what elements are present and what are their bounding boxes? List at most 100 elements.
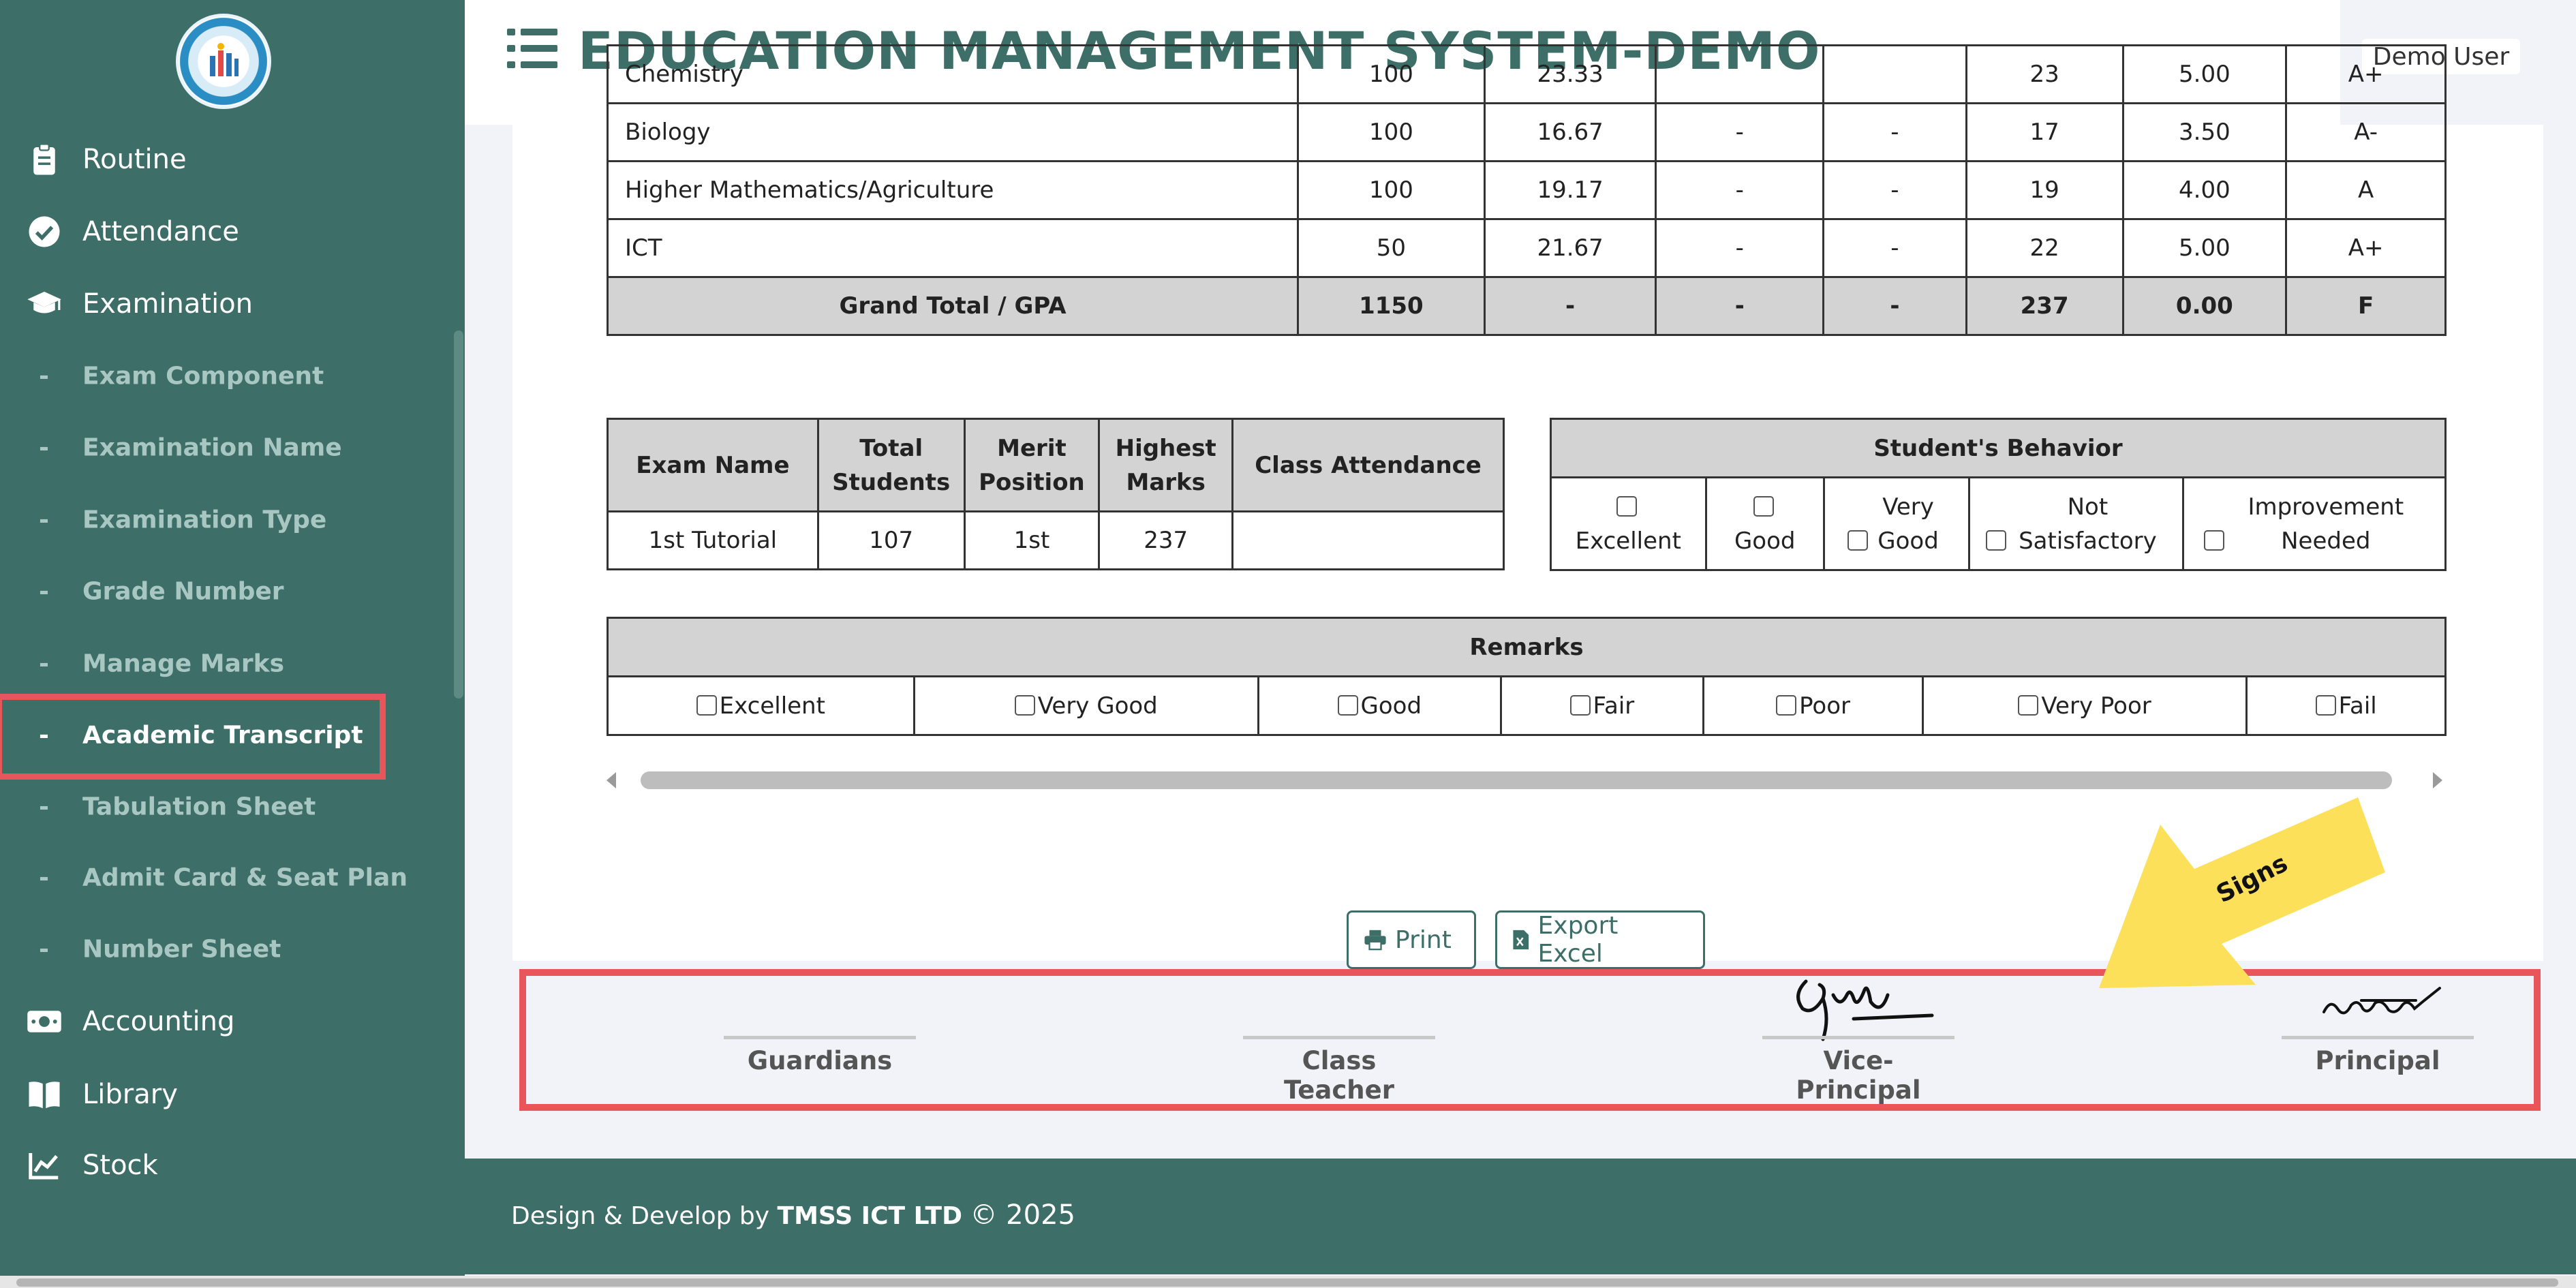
behavior-label: Excellent xyxy=(1575,527,1681,555)
sidebar-sub-examination-name[interactable]: - Examination Name xyxy=(0,414,465,482)
mark-cell: 100 xyxy=(1297,160,1486,220)
remark-option-very-poor[interactable]: Very Poor xyxy=(1921,675,2248,736)
checkbox[interactable] xyxy=(2018,694,2039,716)
behavior-option-improvement-needed[interactable]: Improvement Needed xyxy=(2181,476,2447,571)
mark-cell: 19.17 xyxy=(1483,160,1657,220)
sidebar-sub-grade-number[interactable]: - Grade Number xyxy=(0,557,465,626)
remark-label: Fair xyxy=(1593,692,1635,720)
marks-table: Chemistry 100 23.33 23 5.00 A+ Biology 100 16.67… xyxy=(606,44,2447,336)
subject-cell: Biology xyxy=(606,102,1300,162)
footer-credit: Design & Develop by TMSS ICT LTD © 2025 xyxy=(511,1199,1075,1231)
page-scroll-thumb[interactable] xyxy=(16,1278,2558,1287)
exam-summary-table: Exam Name Total Students Merit Position … xyxy=(607,418,1505,570)
mark-cell: 17 xyxy=(1965,102,2124,162)
dash-icon: - xyxy=(39,433,49,462)
sidebar-item-routine[interactable]: Routine xyxy=(0,125,465,194)
remark-option-poor[interactable]: Poor xyxy=(1702,675,1924,736)
check-circle-icon xyxy=(29,216,60,247)
checkbox[interactable] xyxy=(1847,530,1869,551)
sidebar-item-attendance[interactable]: Attendance xyxy=(0,198,465,266)
dash-icon: - xyxy=(39,863,49,892)
school-logo[interactable] xyxy=(176,14,271,109)
total-cell: 1150 xyxy=(1297,276,1486,336)
checkbox[interactable] xyxy=(1753,495,1774,517)
checkbox[interactable] xyxy=(1337,694,1358,716)
mark-cell: A- xyxy=(2285,102,2447,162)
remark-option-fair[interactable]: Fair xyxy=(1499,675,1705,736)
sidebar-item-label: Examination xyxy=(82,288,254,320)
exam-header: Merit Position xyxy=(963,418,1101,512)
sidebar-item-label: Library xyxy=(82,1079,178,1110)
total-cell: - xyxy=(1483,276,1657,336)
sidebar-item-library[interactable]: Library xyxy=(0,1060,465,1129)
annotation-arrow-icon: Signs xyxy=(2099,797,2385,988)
mark-cell: A xyxy=(2285,160,2447,220)
sidebar-sub-manage-marks[interactable]: - Manage Marks xyxy=(0,630,465,698)
scroll-thumb[interactable] xyxy=(641,771,2392,789)
hamburger-menu-icon[interactable] xyxy=(507,27,557,70)
mark-cell: 100 xyxy=(1297,102,1486,162)
mark-cell: 21.67 xyxy=(1483,218,1657,278)
dash-icon: - xyxy=(39,577,49,606)
behavior-option-very-good[interactable]: Very Good xyxy=(1822,476,1971,571)
mark-cell: - xyxy=(1655,102,1825,162)
table-row: Chemistry 100 23.33 23 5.00 A+ xyxy=(606,44,2447,104)
remark-option-very-good[interactable]: Very Good xyxy=(913,675,1259,736)
mark-cell xyxy=(1822,44,1967,104)
checkbox[interactable] xyxy=(1569,694,1591,716)
total-cell: - xyxy=(1655,276,1825,336)
print-button[interactable]: Print xyxy=(1347,910,1476,969)
behavior-option-good[interactable]: Good xyxy=(1704,476,1825,571)
dash-icon: - xyxy=(39,793,49,821)
total-cell: F xyxy=(2285,276,2447,336)
table-row: ICT 50 21.67- -22 5.00 A+ xyxy=(606,218,2447,278)
checkbox[interactable] xyxy=(1616,495,1638,517)
money-icon xyxy=(27,1011,61,1032)
mark-cell: 23 xyxy=(1965,44,2124,104)
mark-cell: 100 xyxy=(1297,44,1486,104)
table-horizontal-scrollbar[interactable] xyxy=(607,767,2447,794)
behavior-option-excellent[interactable]: Excellent xyxy=(1550,476,1707,571)
remark-option-fail[interactable]: Fail xyxy=(2245,675,2447,736)
mark-cell: 4.00 xyxy=(2121,160,2288,220)
mark-cell: 16.67 xyxy=(1483,102,1657,162)
file-excel-icon xyxy=(1513,930,1529,950)
total-cell: 237 xyxy=(1965,276,2124,336)
dash-icon: - xyxy=(39,506,49,534)
checkbox[interactable] xyxy=(2203,530,2224,551)
remark-label: Very Poor xyxy=(2041,692,2151,720)
exam-cell xyxy=(1231,510,1505,570)
remark-option-excellent[interactable]: Excellent xyxy=(607,675,915,736)
checkbox[interactable] xyxy=(696,694,717,716)
sidebar-sub-number-sheet[interactable]: - Number Sheet xyxy=(0,915,465,983)
scroll-right-icon[interactable] xyxy=(2433,772,2442,788)
behavior-label: Good xyxy=(1734,527,1796,555)
mark-cell: 3.50 xyxy=(2121,102,2288,162)
behavior-option-not-satisfactory[interactable]: Not Satisfactory xyxy=(1968,476,2184,571)
page-horizontal-scrollbar[interactable] xyxy=(0,1276,2576,1288)
table-row: 1st Tutorial 107 1st 237 xyxy=(607,510,1505,570)
footer-company-link[interactable]: TMSS ICT LTD xyxy=(778,1202,962,1230)
footer-copyright: © 2025 xyxy=(970,1199,1075,1231)
dash-icon: - xyxy=(39,649,49,678)
mark-cell: A+ xyxy=(2285,218,2447,278)
subject-cell: ICT xyxy=(606,218,1300,278)
sidebar-sub-examination-type[interactable]: - Examination Type xyxy=(0,486,465,554)
sidebar-sub-admit-card[interactable]: - Admit Card & Seat Plan xyxy=(0,844,465,912)
checkbox[interactable] xyxy=(1014,694,1035,716)
exam-header: Highest Marks xyxy=(1098,418,1234,512)
sidebar-item-label: Attendance xyxy=(82,216,239,247)
checkbox[interactable] xyxy=(1986,530,2007,551)
checkbox[interactable] xyxy=(2315,694,2336,716)
export-excel-button[interactable]: Export Excel xyxy=(1495,910,1705,969)
sidebar-item-stock[interactable]: Stock xyxy=(0,1131,465,1199)
sidebar-sub-exam-component[interactable]: - Exam Component xyxy=(0,342,465,410)
sidebar-sub-tabulation-sheet[interactable]: - Tabulation Sheet xyxy=(0,773,465,841)
sidebar-item-label: Accounting xyxy=(82,1006,235,1037)
sidebar-item-accounting[interactable]: Accounting xyxy=(0,987,465,1056)
checkbox[interactable] xyxy=(1776,694,1797,716)
remark-option-good[interactable]: Good xyxy=(1257,675,1502,736)
remark-label: Good xyxy=(1360,692,1422,720)
scroll-left-icon[interactable] xyxy=(607,772,616,788)
sidebar-item-examination[interactable]: Examination xyxy=(0,270,465,338)
